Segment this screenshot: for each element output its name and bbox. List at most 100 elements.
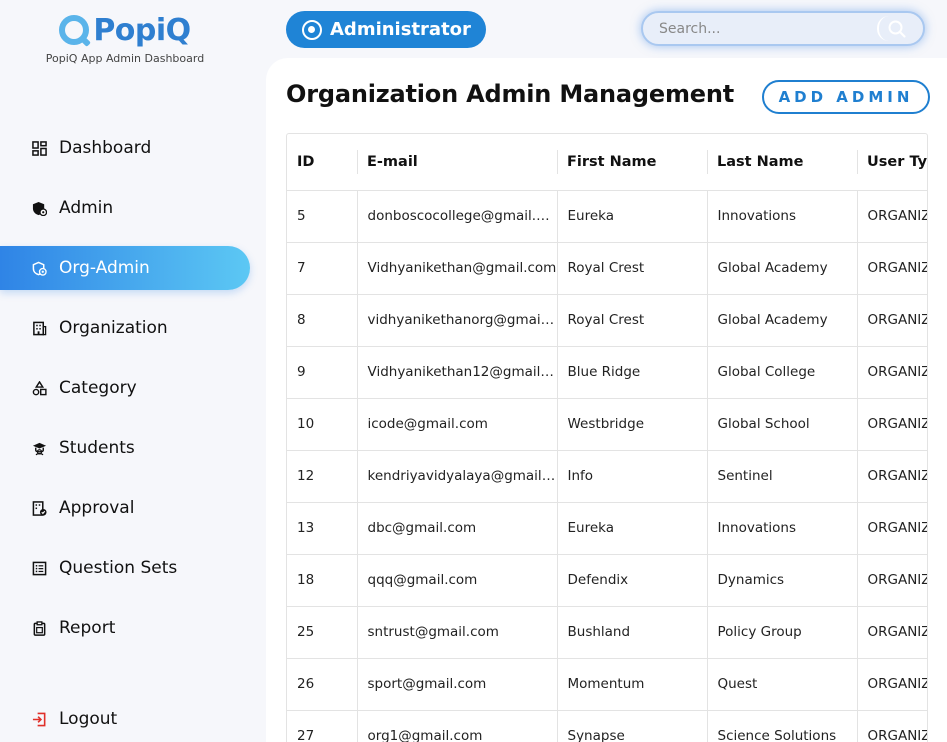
cell-first-name: Eureka <box>557 502 708 555</box>
column-header-email[interactable]: E-mail <box>357 134 557 191</box>
sidebar-item-category[interactable]: Category <box>0 366 250 410</box>
column-header-user-type[interactable]: User Type <box>857 134 927 191</box>
cell-last-name: Quest <box>707 658 858 711</box>
sidebar-item-label: Approval <box>59 498 135 518</box>
role-badge[interactable]: Administrator <box>286 11 486 48</box>
sidebar-item-org-admin[interactable]: Org-Admin <box>0 246 250 290</box>
cell-first-name: Bushland <box>557 606 708 659</box>
cell-last-name: Policy Group <box>707 606 858 659</box>
cell-last-name: Global Academy <box>707 294 858 347</box>
table-row[interactable]: 10 icode@gmail.com Westbridge Global Sch… <box>287 398 927 451</box>
cell-email: vidhyanikethanorg@gmail.com <box>357 294 558 347</box>
sidebar-item-label: Report <box>59 618 116 638</box>
cell-id: 25 <box>287 606 358 659</box>
approval-icon <box>32 500 47 516</box>
cell-id: 8 <box>287 294 358 347</box>
table-row[interactable]: 27 org1@gmail.com Synapse Science Soluti… <box>287 710 927 742</box>
brand: PopiQ PopiQ App Admin Dashboard <box>0 10 250 66</box>
building-icon <box>32 321 47 336</box>
cell-last-name: Innovations <box>707 190 858 243</box>
dashboard-icon <box>32 140 47 156</box>
cell-email: sport@gmail.com <box>357 658 558 711</box>
sidebar-item-organization[interactable]: Organization <box>0 306 250 350</box>
cell-first-name: Defendix <box>557 554 708 607</box>
cell-email: dbc@gmail.com <box>357 502 558 555</box>
search-bar <box>641 11 925 46</box>
sidebar-item-question-sets[interactable]: Question Sets <box>0 546 250 590</box>
search-input[interactable] <box>659 20 859 37</box>
cell-last-name: Global Academy <box>707 242 858 295</box>
cell-last-name: Sentinel <box>707 450 858 503</box>
sidebar-item-label: Organization <box>59 318 168 338</box>
logo[interactable]: PopiQ <box>0 10 250 50</box>
org-admin-icon <box>32 261 47 276</box>
sidebar-item-admin[interactable]: Admin <box>0 186 250 230</box>
cell-email: org1@gmail.com <box>357 710 558 742</box>
cell-user-type: ORGANIZATION <box>857 242 927 295</box>
sidebar-item-students[interactable]: Students <box>0 426 250 470</box>
cell-id: 26 <box>287 658 358 711</box>
cell-first-name: Synapse <box>557 710 708 742</box>
cell-user-type: ORGANIZATION <box>857 502 927 555</box>
logout-button[interactable]: Logout <box>0 697 250 741</box>
table-row[interactable]: 12 kendriyavidyalaya@gmail.com Info Sent… <box>287 450 927 503</box>
sidebar-item-dashboard[interactable]: Dashboard <box>0 126 250 170</box>
logo-q-icon <box>59 15 90 45</box>
cell-id: 5 <box>287 190 358 243</box>
sidebar-item-report[interactable]: Report <box>0 606 250 650</box>
cell-user-type: ORGANIZATION <box>857 450 927 503</box>
cell-last-name: Global School <box>707 398 858 451</box>
cell-email: Vidhyanikethan@gmail.com <box>357 242 558 295</box>
cell-id: 9 <box>287 346 358 399</box>
table-header-row: ID E-mail First Name Last Name User Type <box>287 134 927 191</box>
table-row[interactable]: 8 vidhyanikethanorg@gmail.com Royal Cres… <box>287 294 927 347</box>
cell-user-type: ORGANIZATION <box>857 710 927 742</box>
cell-email: qqq@gmail.com <box>357 554 558 607</box>
cell-id: 7 <box>287 242 358 295</box>
search-button[interactable] <box>877 16 917 41</box>
table-row[interactable]: 13 dbc@gmail.com Eureka Innovations ORGA… <box>287 502 927 555</box>
cell-email: icode@gmail.com <box>357 398 558 451</box>
sidebar-item-label: Admin <box>59 198 114 218</box>
cell-email: Vidhyanikethan12@gmail.com <box>357 346 558 399</box>
table-row[interactable]: 7 Vidhyanikethan@gmail.com Royal Crest G… <box>287 242 927 295</box>
user-settings-icon <box>302 19 322 40</box>
column-header-first-name[interactable]: First Name <box>557 134 707 191</box>
admin-table: ID E-mail First Name Last Name User Type… <box>286 133 928 742</box>
cell-email: kendriyavidyalaya@gmail.com <box>357 450 558 503</box>
sidebar-item-approval[interactable]: Approval <box>0 486 250 530</box>
cell-id: 18 <box>287 554 358 607</box>
cell-last-name: Global College <box>707 346 858 399</box>
table-row[interactable]: 25 sntrust@gmail.com Bushland Policy Gro… <box>287 606 927 659</box>
column-header-id[interactable]: ID <box>287 134 357 191</box>
cell-id: 27 <box>287 710 358 742</box>
cell-id: 12 <box>287 450 358 503</box>
sidebar-item-label: Category <box>59 378 137 398</box>
table-row[interactable]: 26 sport@gmail.com Momentum Quest ORGANI… <box>287 658 927 711</box>
add-admin-button[interactable]: ADD ADMIN <box>762 80 930 114</box>
category-icon <box>32 380 47 396</box>
cell-id: 13 <box>287 502 358 555</box>
brand-name: PopiQ <box>93 12 191 48</box>
list-icon <box>32 561 47 576</box>
cell-user-type: ORGANIZATION <box>857 294 927 347</box>
sidebar-item-label: Org-Admin <box>59 258 150 278</box>
cell-first-name: Royal Crest <box>557 242 708 295</box>
search-icon <box>888 20 906 38</box>
brand-subtitle: PopiQ App Admin Dashboard <box>45 52 205 65</box>
cell-user-type: ORGANIZATION <box>857 554 927 607</box>
main-content: Organization Admin Management ADD ADMIN … <box>266 58 947 742</box>
cell-user-type: ORGANIZATION <box>857 658 927 711</box>
table-row[interactable]: 18 qqq@gmail.com Defendix Dynamics ORGAN… <box>287 554 927 607</box>
logout-icon <box>32 712 47 727</box>
cell-email: donboscocollege@gmail.com <box>357 190 558 243</box>
table-row[interactable]: 5 donboscocollege@gmail.com Eureka Innov… <box>287 190 927 243</box>
column-header-last-name[interactable]: Last Name <box>707 134 857 191</box>
sidebar: PopiQ PopiQ App Admin Dashboard Dashboar… <box>0 0 266 742</box>
admin-icon <box>32 201 47 216</box>
table-row[interactable]: 9 Vidhyanikethan12@gmail.com Blue Ridge … <box>287 346 927 399</box>
cell-first-name: Momentum <box>557 658 708 711</box>
cell-user-type: ORGANIZATION <box>857 606 927 659</box>
sidebar-item-label: Question Sets <box>59 558 178 578</box>
cell-first-name: Royal Crest <box>557 294 708 347</box>
